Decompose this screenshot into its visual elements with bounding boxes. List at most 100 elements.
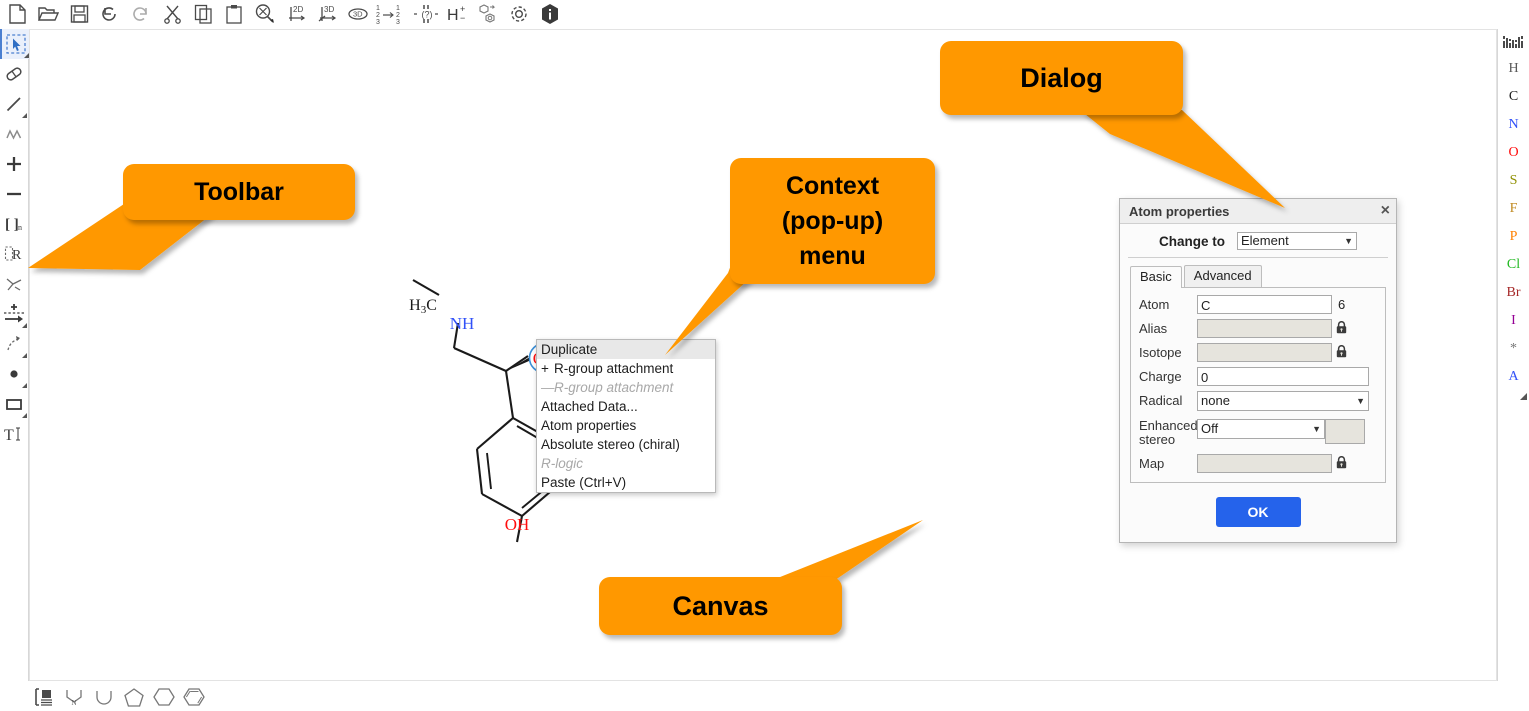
redo-button[interactable] — [127, 1, 155, 27]
tool-shape-ellipse[interactable] — [0, 359, 28, 389]
menu-item-attached-data[interactable]: Attached Data... — [537, 397, 715, 416]
svg-text:T: T — [4, 427, 14, 444]
paste-button[interactable] — [220, 1, 248, 27]
tool-more-arrow-icon — [22, 353, 27, 358]
bottom-template-toolbar: N — [29, 683, 1497, 711]
about-button[interactable] — [536, 1, 564, 27]
element-button-P[interactable]: P — [1499, 223, 1529, 251]
menu-item-paste[interactable]: Paste (Ctrl+V) — [537, 473, 715, 492]
field-row-atom: Atom C 6 — [1139, 295, 1377, 314]
dialog-basic-panel: Atom C 6 Alias Isotope Charge 0 — [1130, 287, 1386, 483]
atom-field[interactable]: C — [1197, 295, 1332, 314]
element-button-Br[interactable]: Br — [1499, 279, 1529, 307]
radical-label: Radical — [1139, 394, 1197, 408]
calculate-cip-button[interactable]: 123123 — [375, 1, 409, 27]
element-button-H[interactable]: H — [1499, 55, 1529, 83]
settings-button[interactable] — [505, 1, 533, 27]
callout-toolbar-label: Toolbar — [194, 178, 284, 207]
view-3d-button[interactable]: 3D — [344, 1, 372, 27]
field-row-alias: Alias — [1139, 319, 1377, 338]
template-benzene-icon[interactable] — [179, 684, 209, 710]
tab-advanced[interactable]: Advanced — [1184, 265, 1262, 287]
menu-item-rgroup-attachment-remove: —R-group attachment — [537, 378, 715, 397]
svg-text:H: H — [447, 7, 459, 24]
charge-label: Charge — [1139, 370, 1197, 384]
ok-button[interactable]: OK — [1216, 497, 1301, 527]
menu-item-label: Attached Data... — [541, 399, 638, 414]
enhanced-stereo-value: Off — [1201, 419, 1308, 439]
open-file-button[interactable] — [34, 1, 62, 27]
element-more-arrow-icon[interactable] — [1499, 391, 1529, 405]
clean-3d-button[interactable]: 3D — [313, 1, 341, 27]
element-button-A[interactable]: A — [1499, 363, 1529, 391]
tool-reaction-mapping-tool[interactable] — [0, 329, 28, 359]
charge-field[interactable]: 0 — [1197, 367, 1369, 386]
element-button-C[interactable]: C — [1499, 83, 1529, 111]
cut-button[interactable] — [158, 1, 186, 27]
svg-text:N: N — [72, 699, 77, 706]
enhanced-stereo-label: Enhanced stereo — [1139, 416, 1197, 447]
element-button-I[interactable]: I — [1499, 307, 1529, 335]
atom-number-value: 6 — [1332, 297, 1356, 312]
new-file-button[interactable] — [3, 1, 31, 27]
svg-text:3D: 3D — [353, 10, 363, 19]
radical-value: none — [1201, 391, 1352, 411]
field-row-charge: Charge 0 — [1139, 367, 1377, 386]
template-pyrrole-icon[interactable]: N — [59, 684, 89, 710]
tab-basic[interactable]: Basic — [1130, 266, 1182, 288]
element-button-O[interactable]: O — [1499, 139, 1529, 167]
tool-chain[interactable] — [0, 119, 28, 149]
top-toolbar: 2D 3D 3D 123123 (?) H+− — [0, 0, 1529, 28]
enhanced-stereo-select[interactable]: Off ▼ — [1197, 419, 1325, 439]
menu-item-absolute-stereo[interactable]: Absolute stereo (chiral) — [537, 435, 715, 454]
close-icon[interactable]: × — [1381, 203, 1390, 219]
element-button-any[interactable]: * — [1499, 335, 1529, 363]
tool-select-rectangle[interactable] — [0, 29, 30, 59]
callout-canvas-label: Canvas — [672, 591, 768, 622]
lock-icon — [1332, 321, 1350, 337]
template-cyclobutane-icon[interactable] — [89, 684, 119, 710]
svg-text:−: − — [460, 13, 465, 23]
aromatize-button[interactable] — [474, 1, 502, 27]
lock-icon — [1332, 345, 1350, 361]
menu-item-atom-properties[interactable]: Atom properties — [537, 416, 715, 435]
element-button-S[interactable]: S — [1499, 167, 1529, 195]
tool-add-text[interactable]: T — [0, 419, 28, 449]
copy-button[interactable] — [189, 1, 217, 27]
svg-text:[ ]: [ ] — [5, 217, 19, 233]
periodic-table-icon[interactable] — [1499, 29, 1529, 55]
map-label: Map — [1139, 457, 1197, 471]
svg-text:3: 3 — [396, 19, 400, 25]
zoom-button[interactable] — [251, 1, 279, 27]
menu-item-label: R-logic — [541, 456, 583, 471]
tool-shape-rectangle[interactable] — [0, 389, 28, 419]
chevron-down-icon: ▼ — [1312, 419, 1321, 439]
radical-select[interactable]: none ▼ — [1197, 391, 1369, 411]
atom-label-oh-phenol[interactable]: OH — [505, 515, 530, 534]
application-window: 2D 3D 3D 123123 (?) H+− — [0, 0, 1529, 711]
callout-dialog-label: Dialog — [1020, 63, 1103, 94]
svg-text:2D: 2D — [293, 5, 303, 14]
menu-item-label: R-group attachment — [554, 380, 673, 395]
svg-text:2: 2 — [376, 12, 380, 19]
check-structure-button[interactable]: (?) — [412, 1, 440, 27]
tool-erase[interactable] — [0, 59, 28, 89]
element-button-Cl[interactable]: Cl — [1499, 251, 1529, 279]
chevron-down-icon: ▼ — [1344, 232, 1353, 250]
layout-2d-button[interactable]: 2D — [282, 1, 310, 27]
element-button-F[interactable]: F — [1499, 195, 1529, 223]
element-button-N[interactable]: N — [1499, 111, 1529, 139]
menu-item-label: Paste (Ctrl+V) — [541, 475, 626, 490]
template-cyclohexane-icon[interactable] — [149, 684, 179, 710]
save-file-button[interactable] — [65, 1, 93, 27]
template-cyclopentane-icon[interactable] — [119, 684, 149, 710]
calculated-values-button[interactable]: H+− — [443, 1, 471, 27]
atom-label-nh: NH — [450, 314, 475, 333]
field-row-isotope: Isotope — [1139, 343, 1377, 362]
undo-button[interactable] — [96, 1, 124, 27]
tool-bond-single[interactable] — [0, 89, 28, 119]
isotope-label: Isotope — [1139, 346, 1197, 360]
tool-reaction-arrow[interactable] — [0, 299, 28, 329]
template-library-icon[interactable] — [29, 684, 59, 710]
lock-icon — [1332, 456, 1350, 472]
